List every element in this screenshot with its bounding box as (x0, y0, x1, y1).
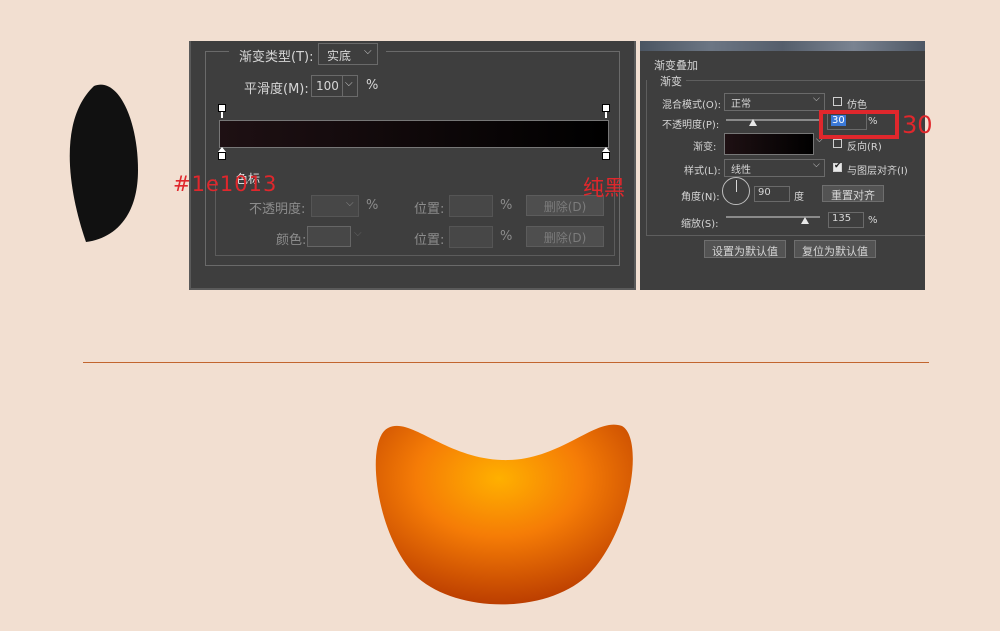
angle-input[interactable]: 90 (754, 186, 790, 202)
group-frame (646, 235, 925, 236)
scale-unit: % (868, 215, 878, 226)
checkmark-icon: ✔ (834, 161, 842, 171)
reset-default-label: 复位为默认值 (802, 245, 868, 258)
chevron-down-icon: ⌵ (813, 160, 820, 170)
panel-frame (205, 51, 206, 265)
stop-color-label: 颜色: (276, 233, 307, 248)
align-label: 与图层对齐(I) (847, 166, 908, 177)
opacity-slider-thumb[interactable] (749, 119, 757, 126)
group-frame (646, 80, 647, 235)
panel-header-strip (640, 41, 925, 51)
reverse-label: 反向(R) (847, 142, 882, 153)
opacity-highlight-box (819, 110, 899, 139)
color-stop-right[interactable] (602, 152, 610, 160)
opacity-callout-annotation: 30 (902, 111, 933, 139)
scale-label: 缩放(S): (681, 219, 719, 230)
blend-mode-value: 正常 (731, 99, 751, 110)
stop-color-swatch[interactable] (307, 226, 351, 247)
delete-button-label: 删除(D) (543, 200, 587, 214)
smoothness-value: 100 (316, 79, 339, 93)
angle-label: 角度(N): (681, 192, 720, 203)
section-divider (83, 362, 929, 363)
dither-checkbox[interactable] (833, 97, 842, 106)
gradient-overlay-title: 渐变叠加 (654, 59, 698, 72)
gradient-type-value: 实底 (327, 49, 352, 63)
opacity-label: 不透明度(P): (662, 120, 720, 131)
style-select[interactable]: 线性 ⌵ (724, 159, 825, 177)
stepper-divider (342, 76, 343, 96)
gradient-picker[interactable] (724, 133, 814, 155)
color-code-annotation: #1e1013 (173, 172, 278, 196)
smoothness-input[interactable]: 100 ⌵ (311, 75, 358, 97)
blend-mode-label: 混合模式(O): (662, 100, 722, 111)
angle-dial-needle (736, 180, 737, 192)
gradient-type-label: 渐变类型(T): (239, 50, 314, 65)
stop-opacity-location-input[interactable] (449, 195, 493, 217)
opacity-slider[interactable] (726, 119, 820, 121)
stop-opacity-input[interactable]: ⌵ (311, 195, 359, 217)
chevron-down-icon: ⌵ (346, 198, 354, 209)
gradient-overlay-panel: 渐变叠加 渐变 混合模式(O): 正常 ⌵ 仿色 不透明度(P): 30 % 渐… (640, 41, 925, 290)
opacity-stop-stem (221, 112, 223, 118)
group-divider (686, 80, 925, 81)
angle-dial[interactable] (722, 177, 750, 205)
stop-opacity-label: 不透明度: (249, 202, 306, 217)
stop-color-location-percent: % (500, 229, 513, 244)
color-stop-left[interactable] (218, 152, 226, 160)
pure-black-annotation: 纯黑 (583, 176, 625, 200)
stop-opacity-location-percent: % (500, 198, 513, 213)
gradient-type-select[interactable]: 实底 ⌵ (318, 43, 378, 65)
angle-unit: 度 (794, 192, 804, 203)
reset-align-label: 重置对齐 (831, 189, 875, 202)
angle-value: 90 (758, 187, 771, 198)
smoothness-percent: % (366, 78, 379, 93)
reset-default-button[interactable]: 复位为默认值 (794, 240, 876, 258)
delete-button-label: 删除(D) (543, 231, 587, 245)
align-checkbox[interactable]: ✔ (833, 161, 842, 172)
black-leaf-shape (69, 84, 138, 243)
scale-slider-thumb[interactable] (801, 217, 809, 224)
dither-label: 仿色 (847, 100, 867, 111)
chevron-down-icon: ⌵ (354, 228, 362, 239)
opacity-stop-left[interactable] (218, 104, 226, 112)
stop-color-location-input[interactable] (449, 226, 493, 248)
gradient-label: 渐变: (693, 142, 717, 153)
style-value: 线性 (731, 165, 751, 176)
orange-gradient-shape (375, 424, 633, 605)
set-default-button[interactable]: 设置为默认值 (704, 240, 786, 258)
panel-frame (205, 265, 620, 266)
style-label: 样式(L): (684, 166, 721, 177)
opacity-stop-stem (605, 112, 607, 118)
chevron-down-icon: ⌵ (813, 94, 820, 104)
stop-opacity-percent: % (366, 198, 379, 213)
opacity-stop-right[interactable] (602, 104, 610, 112)
panel-divider (386, 51, 619, 52)
chevron-down-icon: ⌵ (364, 46, 372, 57)
scale-value: 135 (832, 213, 852, 224)
gradient-group-title: 渐变 (660, 75, 682, 88)
stop-opacity-location-label: 位置: (414, 202, 445, 217)
smoothness-label: 平滑度(M): (244, 82, 309, 97)
set-default-label: 设置为默认值 (712, 245, 778, 258)
blend-mode-select[interactable]: 正常 ⌵ (724, 93, 825, 111)
panel-frame (619, 51, 620, 265)
stop-color-location-label: 位置: (414, 233, 445, 248)
reverse-checkbox[interactable] (833, 139, 842, 148)
panel-divider (205, 51, 229, 52)
gradient-preview-bar[interactable] (219, 120, 609, 148)
chevron-down-icon: ⌵ (345, 78, 353, 89)
reset-align-button[interactable]: 重置对齐 (822, 185, 884, 202)
scale-input[interactable]: 135 (828, 212, 864, 228)
delete-color-stop-button[interactable]: 删除(D) (526, 226, 604, 247)
gradient-editor-panel: 渐变类型(T): 实底 ⌵ 平滑度(M): 100 ⌵ % 色标 不透明度: ⌵… (189, 41, 636, 290)
